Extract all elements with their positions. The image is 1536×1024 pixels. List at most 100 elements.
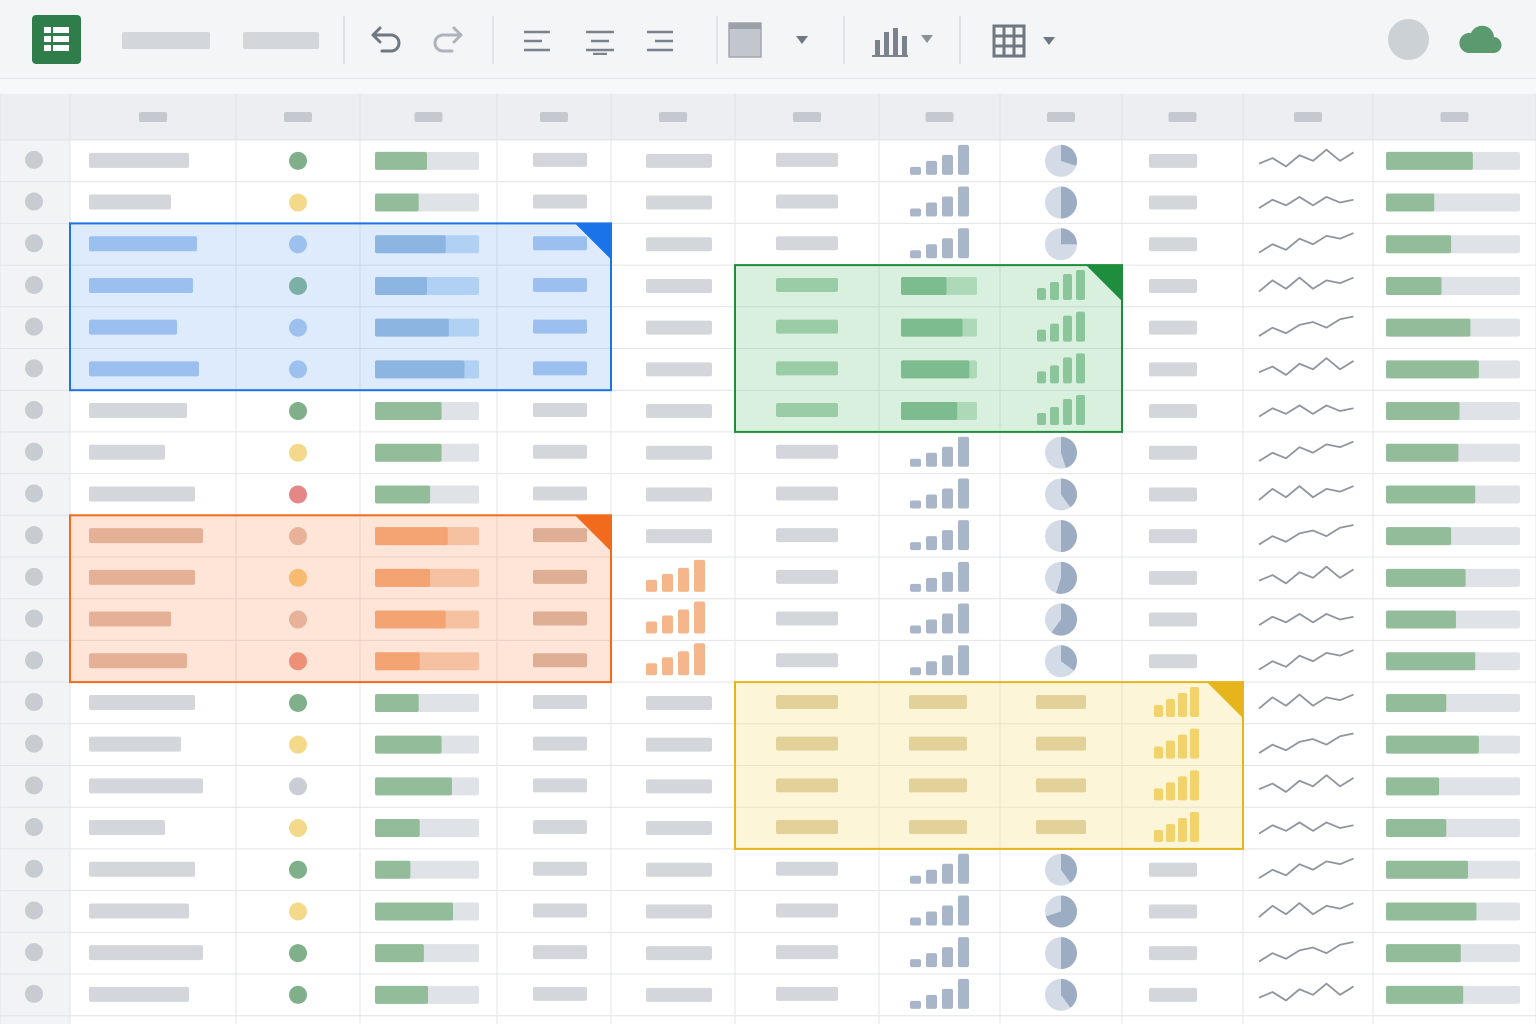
spreadsheet-app-icon[interactable] [32,15,81,64]
cell [910,645,969,676]
cell [646,737,712,752]
menu-placeholder[interactable] [243,32,319,49]
cell [1045,228,1077,261]
user-avatar[interactable] [1388,19,1429,60]
cell [910,520,969,551]
cell [375,777,479,796]
cell [533,986,587,1001]
align-left-icon[interactable] [522,29,554,55]
cell [1258,982,1354,1002]
text-placeholder [89,820,165,836]
mini-bar [910,1000,921,1009]
column-header-label [1294,112,1322,122]
spreadsheet-grid[interactable] [0,94,1536,1024]
sparkline [1258,693,1354,710]
mini-bar [942,905,953,926]
fill-color-icon[interactable] [728,22,762,58]
undo-icon[interactable] [370,24,404,54]
sparkline [1258,774,1354,793]
cell [1149,946,1197,961]
cell [375,819,479,838]
chevron-down-icon[interactable] [795,35,809,45]
toolbar-divider [959,16,961,64]
toolbar-divider [716,16,718,64]
progress-fill [375,735,442,754]
progress-fill [1386,860,1469,879]
mini-bar [646,621,657,634]
cell [646,404,712,419]
mini-bar [958,228,969,259]
cell [1386,318,1520,337]
cell [776,444,838,459]
sparkline [1258,232,1354,254]
mini-bar [926,577,937,592]
mini-bar [942,988,953,1009]
cell [776,861,838,876]
mini-bar [958,895,969,926]
text-placeholder [89,736,181,752]
sparkline [1258,857,1354,879]
cell [289,151,307,170]
status-indicator [289,151,307,170]
bar-chart-icon[interactable] [872,26,908,58]
table-row [25,186,1520,219]
mini-bar [694,601,705,634]
sparkline [1258,276,1354,293]
cell [776,903,838,918]
sparkline [1258,613,1354,626]
cell [89,861,195,877]
cell [1258,485,1354,501]
cell [1045,478,1077,511]
column-header-label [284,112,312,122]
align-right-icon[interactable] [645,29,677,55]
text-placeholder [533,194,587,209]
cell [1149,529,1197,544]
text-placeholder [1149,654,1197,669]
align-center-icon[interactable] [584,29,616,55]
cell [375,485,479,504]
redo-icon[interactable] [430,24,464,54]
cell [910,937,969,968]
cell [289,443,307,462]
cell [375,693,479,712]
grid-canvas[interactable] [0,94,1536,1024]
chevron-down-icon[interactable] [1042,36,1056,46]
progress-fill [1386,485,1476,504]
cell [1258,613,1354,626]
cell [1258,148,1354,168]
progress-fill [375,443,442,462]
mini-bar [958,603,969,634]
text-placeholder [89,986,189,1002]
sparkline [1258,902,1354,918]
mini-bar [958,520,969,551]
status-indicator [289,902,307,921]
cell [375,151,479,170]
progress-fill [1386,318,1471,337]
table-grid-icon[interactable] [992,24,1026,58]
text-placeholder [533,486,587,501]
cell [1149,404,1197,419]
cell [1045,645,1077,678]
mini-bar [910,500,921,509]
cell [533,861,587,876]
text-placeholder [646,153,712,168]
cell [646,278,712,293]
cell [1386,568,1520,587]
progress-fill [1386,610,1456,629]
progress-fill [1386,443,1459,462]
sparkline [1258,196,1354,209]
cell [289,902,307,921]
cloud-sync-icon[interactable] [1456,24,1502,54]
document-title-placeholder[interactable] [122,32,210,49]
status-indicator [289,819,307,838]
mini-bar [942,196,953,217]
cell [89,444,165,460]
chevron-down-icon[interactable] [920,34,934,44]
text-placeholder [646,862,712,877]
progress-fill [1386,193,1435,212]
row-number [25,651,43,670]
cell [910,186,969,217]
mini-bar [942,655,953,676]
text-placeholder [533,861,587,876]
status-indicator [289,777,307,796]
